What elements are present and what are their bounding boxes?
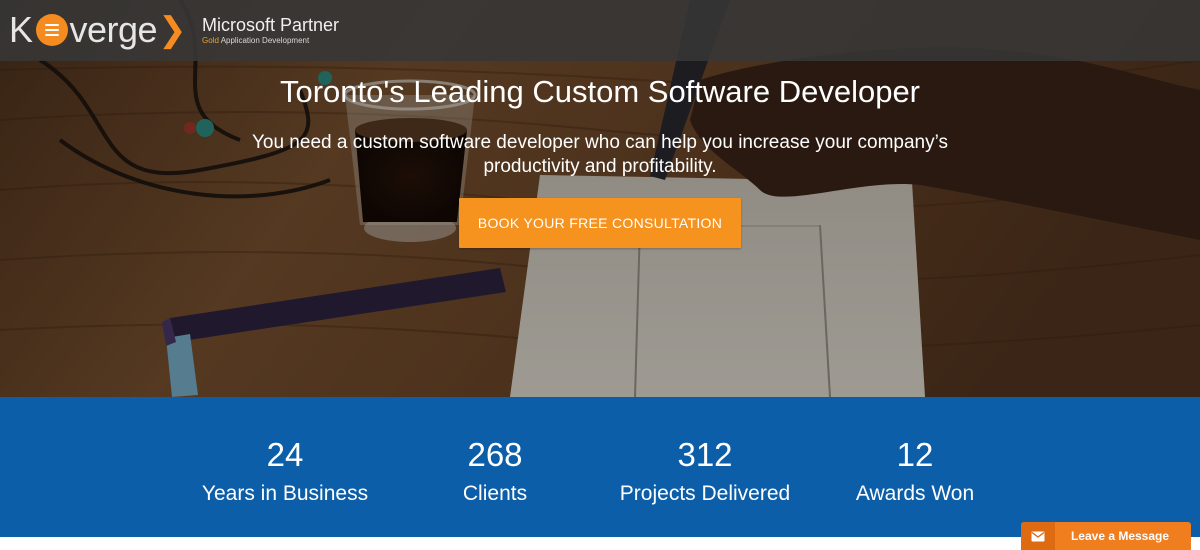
partner-title: Microsoft Partner: [202, 15, 340, 35]
hero-title: Toronto's Leading Custom Software Develo…: [279, 74, 921, 109]
book-consultation-button[interactable]: BOOK YOUR FREE CONSULTATION: [459, 198, 741, 248]
stat-number: 12: [896, 436, 934, 473]
hero-description: You need a custom software developer who…: [251, 132, 949, 177]
partner-subtitle: Gold Application Development: [202, 36, 339, 46]
koverge-logo[interactable]: K verge ❯: [9, 8, 187, 52]
envelope-icon: [1021, 522, 1055, 550]
stat-awards: 12 Awards Won: [785, 397, 1045, 507]
partner-gold-label: Gold: [202, 36, 219, 45]
microsoft-partner-badge: Microsoft Partner Gold Application Devel…: [202, 15, 339, 46]
logo-letter-k: K: [9, 9, 33, 50]
partner-competency: Application Development: [220, 36, 310, 45]
chat-label: Leave a Message: [1070, 529, 1170, 543]
logo-wordmark: verge: [69, 9, 158, 50]
page-below-fold: [0, 537, 1200, 550]
stat-label: Awards Won: [855, 482, 975, 505]
top-navigation-bar: K verge ❯ Microsoft Partner Gold Applica…: [0, 0, 1200, 61]
leave-message-chat-widget[interactable]: Leave a Message: [1021, 522, 1191, 550]
hamburger-menu-icon[interactable]: [35, 14, 68, 46]
stats-bar: 24 Years in Business 268 Clients 312 Pro…: [0, 397, 1200, 537]
logo-chevron-icon: ❯: [158, 11, 187, 49]
